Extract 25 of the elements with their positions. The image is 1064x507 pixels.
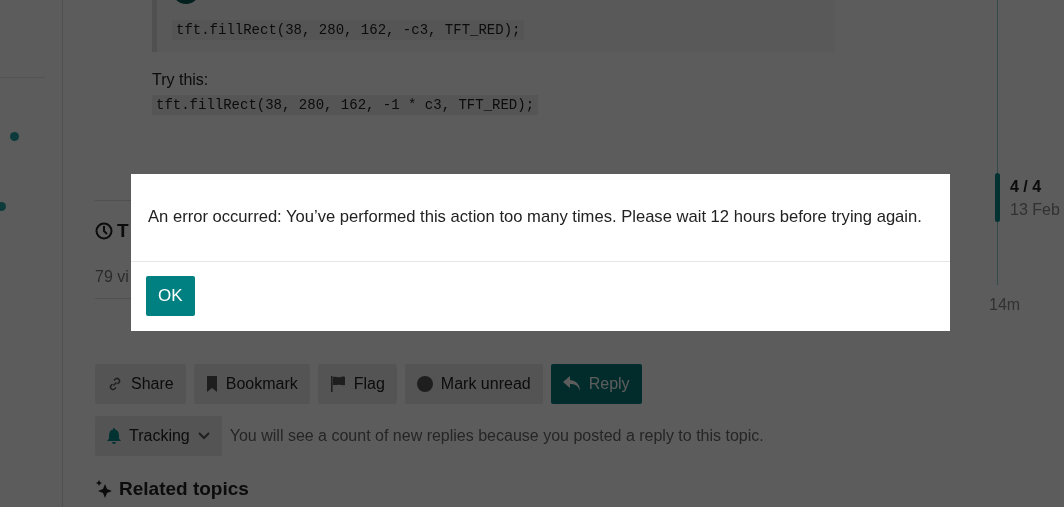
section-heading: Related topics	[119, 478, 249, 500]
unread-button[interactable]: Mark unread	[404, 364, 543, 404]
link-icon	[107, 376, 123, 392]
bookmark-icon	[205, 376, 218, 392]
bookmark-button[interactable]: Bookmark	[193, 364, 310, 404]
reply-button[interactable]: Reply	[550, 364, 642, 404]
unread-dot-icon	[10, 132, 19, 141]
circle-icon	[416, 376, 433, 392]
timeline-handle[interactable]	[995, 173, 1000, 222]
ok-button[interactable]: OK	[146, 276, 195, 316]
error-message: An error occurred: You’ve performed this action too many times. Please wait 12 hours before trying again.	[147, 206, 922, 228]
bell-icon	[107, 428, 121, 444]
chevron-down-icon	[197, 432, 210, 440]
sparkle-icon	[95, 480, 113, 498]
notification-dropdown[interactable]: Tracking	[95, 416, 222, 456]
flag-button[interactable]: Flag	[317, 364, 397, 404]
reply-icon	[562, 376, 581, 392]
post-text: Try this:	[152, 71, 209, 89]
code-snippet: tft.fillRect(38, 280, 162, -1 * c3, TFT_RED);	[152, 95, 539, 115]
flag-icon	[329, 376, 346, 392]
share-button[interactable]: Share	[95, 364, 186, 404]
section-heading: T	[117, 220, 129, 242]
code-snippet: tft.fillRect(38, 280, 162, -c3, TFT_RED);	[172, 20, 525, 40]
post-position: 4 / 4	[1010, 178, 1042, 196]
clock-icon	[95, 222, 113, 240]
